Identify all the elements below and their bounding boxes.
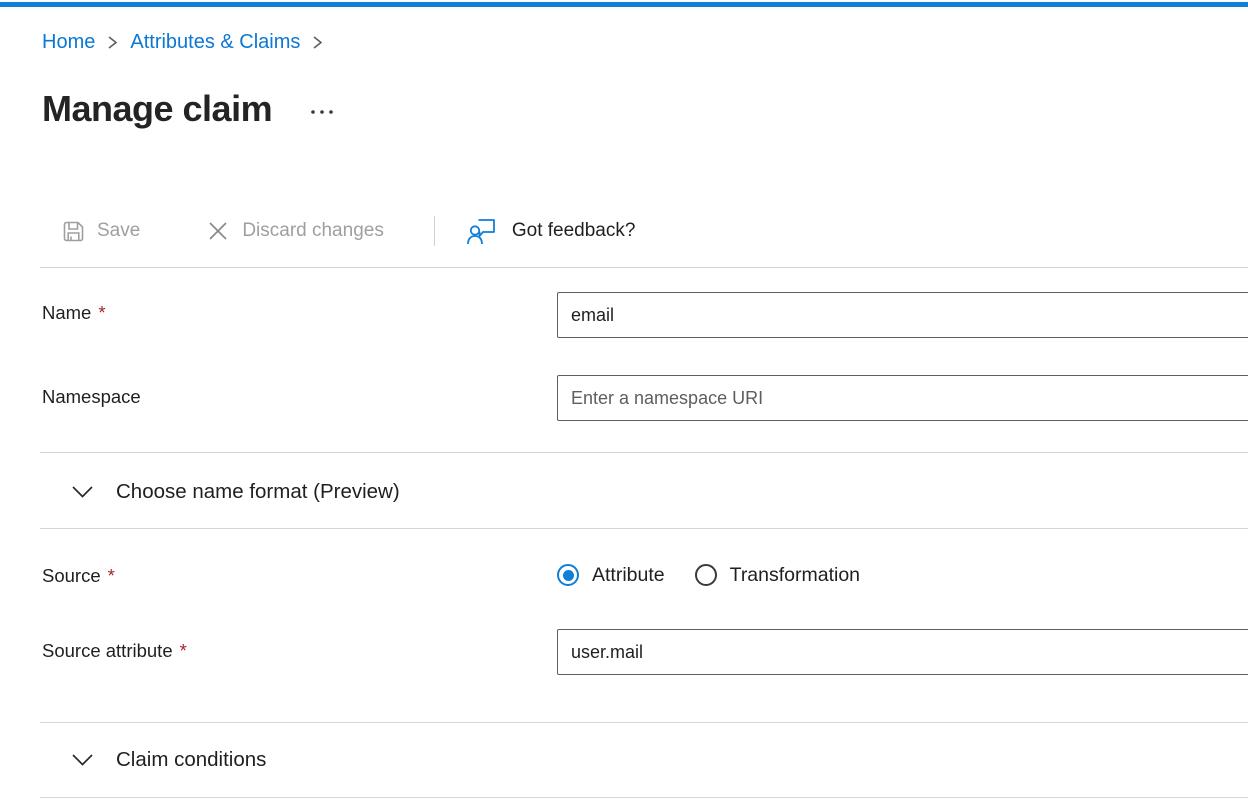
name-field-label: Name * bbox=[42, 302, 106, 324]
namespace-input[interactable] bbox=[557, 375, 1248, 421]
chevron-down-icon bbox=[70, 484, 95, 500]
radio-transformation[interactable]: Transformation bbox=[695, 564, 860, 587]
toolbar-separator bbox=[434, 216, 435, 246]
discard-changes-button[interactable]: Discard changes bbox=[206, 219, 384, 243]
required-asterisk: * bbox=[98, 302, 105, 323]
source-field-label: Source * bbox=[42, 565, 115, 587]
radio-transformation-label: Transformation bbox=[730, 564, 860, 587]
source-label-text: Source bbox=[42, 565, 101, 586]
ellipsis-menu-icon[interactable] bbox=[310, 108, 336, 116]
command-toolbar: Save Discard changes Got feedback? bbox=[42, 208, 635, 254]
chevron-down-icon bbox=[70, 752, 95, 768]
required-asterisk: * bbox=[180, 640, 187, 661]
got-feedback-button[interactable]: Got feedback? bbox=[467, 217, 636, 245]
namespace-label-text: Namespace bbox=[42, 386, 141, 407]
source-attribute-label-text: Source attribute bbox=[42, 640, 173, 661]
close-x-icon bbox=[206, 219, 230, 243]
page-title: Manage claim bbox=[42, 86, 272, 132]
section-divider bbox=[40, 528, 1248, 529]
manage-claim-page: Home Attributes & Claims Manage claim bbox=[0, 0, 1248, 805]
section-divider bbox=[40, 797, 1248, 798]
radio-selected-icon bbox=[557, 564, 579, 586]
save-button[interactable]: Save bbox=[62, 220, 140, 243]
feedback-person-icon bbox=[467, 217, 498, 245]
chevron-right-icon bbox=[311, 35, 324, 50]
breadcrumb-attributes-claims-link[interactable]: Attributes & Claims bbox=[130, 29, 300, 55]
choose-name-format-section-header[interactable]: Choose name format (Preview) bbox=[42, 474, 1248, 510]
chevron-right-icon bbox=[106, 35, 119, 50]
discard-changes-label: Discard changes bbox=[242, 220, 384, 242]
save-icon bbox=[62, 220, 85, 243]
radio-unselected-icon bbox=[695, 564, 717, 586]
namespace-field-label: Namespace bbox=[42, 386, 141, 408]
name-input[interactable] bbox=[557, 292, 1248, 338]
section-divider bbox=[40, 722, 1248, 723]
breadcrumb: Home Attributes & Claims bbox=[42, 29, 335, 55]
title-row: Manage claim bbox=[42, 86, 336, 132]
claim-conditions-section-header[interactable]: Claim conditions bbox=[42, 742, 1248, 778]
source-attribute-input[interactable] bbox=[557, 629, 1248, 675]
radio-attribute-label: Attribute bbox=[592, 564, 665, 587]
top-accent-bar bbox=[0, 2, 1248, 7]
name-label-text: Name bbox=[42, 302, 91, 323]
breadcrumb-home-link[interactable]: Home bbox=[42, 29, 95, 55]
required-asterisk: * bbox=[108, 565, 115, 586]
section-label: Claim conditions bbox=[116, 748, 266, 772]
source-attribute-field-label: Source attribute * bbox=[42, 640, 187, 662]
section-label: Choose name format (Preview) bbox=[116, 480, 400, 504]
toolbar-divider bbox=[40, 267, 1248, 268]
section-divider bbox=[40, 452, 1248, 453]
source-radio-group: Attribute Transformation bbox=[557, 553, 860, 597]
save-button-label: Save bbox=[97, 220, 140, 242]
radio-attribute[interactable]: Attribute bbox=[557, 564, 665, 587]
got-feedback-label: Got feedback? bbox=[512, 220, 636, 242]
